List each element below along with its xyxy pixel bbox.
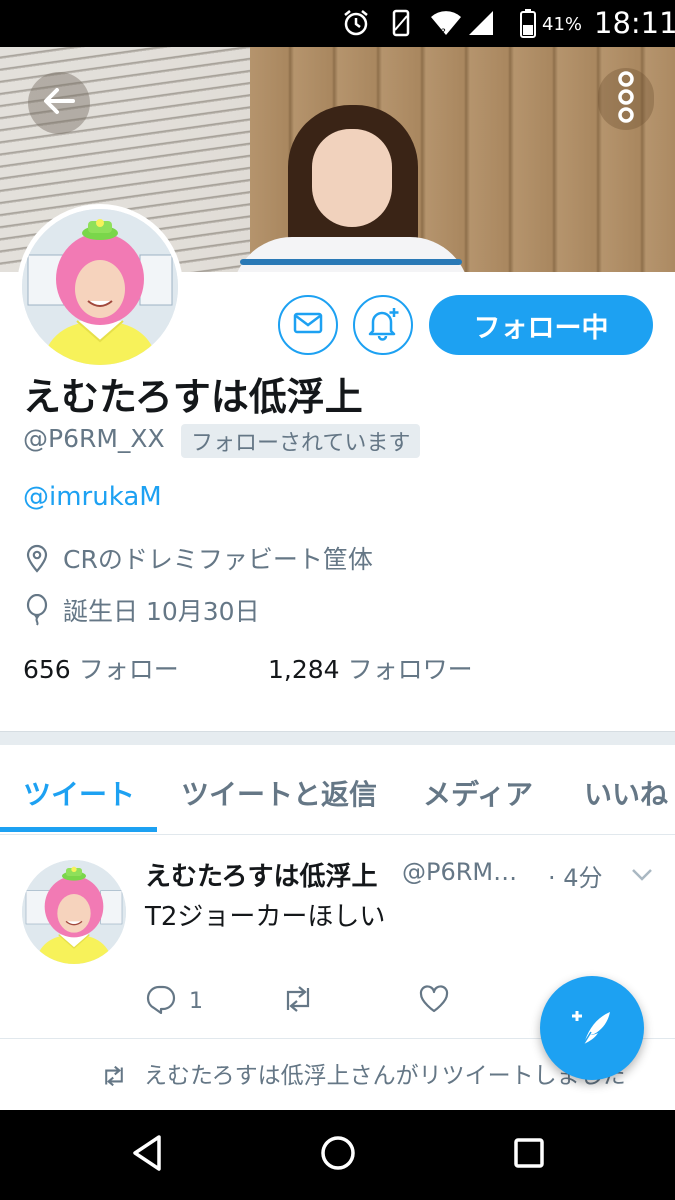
message-button[interactable] — [278, 295, 338, 355]
retweet-small-icon — [100, 1064, 128, 1092]
bell-plus-icon — [365, 305, 401, 345]
chevron-down-icon — [631, 867, 653, 886]
compose-tweet-button[interactable] — [540, 976, 644, 1080]
banner-person-face — [312, 129, 392, 227]
following-count: 656 — [23, 655, 71, 684]
alarm-icon — [340, 8, 372, 38]
nav-back-button[interactable] — [122, 1130, 172, 1180]
balloon-icon — [23, 592, 51, 628]
back-button[interactable] — [28, 72, 90, 134]
profile-avatar[interactable] — [17, 204, 183, 370]
banner-person-stripe — [240, 259, 462, 265]
followers-label: フォロワー — [347, 655, 473, 684]
tab-tweets[interactable]: ツイート — [23, 773, 135, 813]
bio-mention-link[interactable]: @imrukaM — [23, 482, 162, 512]
tab-media[interactable]: メディア — [423, 773, 533, 813]
battery-percent: 41% — [542, 14, 583, 35]
location-text: CRのドレミファビート筐体 — [63, 545, 373, 574]
clock: 18:11 — [594, 6, 675, 40]
followers-count-link[interactable]: 1,284 フォロワー — [268, 650, 473, 686]
reply-count: 1 — [189, 988, 203, 1014]
reply-button[interactable]: 1 — [145, 984, 203, 1018]
more-vertical-icon — [616, 70, 636, 128]
envelope-icon — [292, 307, 324, 343]
tweet-avatar[interactable] — [22, 860, 126, 964]
birthday-text: 誕生日 10月30日 — [63, 597, 260, 626]
signal-icon — [466, 8, 496, 38]
nav-home-button[interactable] — [313, 1130, 363, 1180]
square-recents-icon — [509, 1133, 549, 1177]
nav-recents-button[interactable] — [504, 1130, 554, 1180]
notifications-button[interactable] — [353, 295, 413, 355]
birthday-row: 誕生日 10月30日 — [23, 592, 260, 628]
status-bar: ? 41% 18:11 — [0, 0, 675, 47]
retweet-button[interactable] — [280, 984, 328, 1018]
reply-icon — [145, 984, 177, 1018]
tab-tweets-and-replies[interactable]: ツイートと返信 — [181, 773, 377, 813]
triangle-back-icon — [127, 1133, 167, 1177]
followers-count: 1,284 — [268, 655, 340, 684]
battery-icon — [517, 8, 539, 38]
location-row: CRのドレミファビート筐体 — [23, 540, 373, 576]
retweet-icon — [280, 984, 316, 1018]
tweet-timestamp: · 4分 — [548, 864, 603, 892]
compose-feather-icon — [568, 1002, 616, 1054]
following-button[interactable]: フォロー中 — [429, 295, 653, 355]
following-label: フォロー — [78, 655, 179, 684]
tab-likes[interactable]: いいね — [584, 773, 668, 813]
profile-handle: @P6RM_XX — [23, 424, 165, 453]
avatar-image — [22, 209, 178, 365]
tweet-text: T2ジョーカーほしい — [145, 902, 386, 932]
back-arrow-icon — [39, 81, 79, 125]
location-pin-icon — [23, 540, 51, 576]
vibrate-icon — [385, 8, 417, 38]
system-navigation-bar — [0, 1110, 675, 1200]
tweet-menu-button[interactable] — [628, 862, 656, 890]
heart-icon — [418, 984, 450, 1018]
active-tab-indicator — [0, 827, 157, 832]
wifi-icon: ? — [428, 8, 464, 38]
svg-text:?: ? — [441, 28, 446, 37]
banner-person-shirt — [232, 237, 470, 272]
following-count-link[interactable]: 656 フォロー — [23, 650, 179, 686]
circle-home-icon — [318, 1133, 358, 1177]
follows-you-badge: フォローされています — [181, 424, 421, 458]
section-divider — [0, 731, 675, 745]
more-options-button[interactable] — [598, 68, 654, 130]
like-button[interactable] — [418, 984, 462, 1018]
display-name: えむたろすは低浮上 — [23, 375, 363, 419]
tweet-author-name: えむたろすは低浮上 — [145, 862, 378, 892]
tweet-author-handle: @P6RM… — [402, 858, 518, 886]
profile-tabs: ツイート ツイートと返信 メディア いいね — [0, 745, 675, 835]
